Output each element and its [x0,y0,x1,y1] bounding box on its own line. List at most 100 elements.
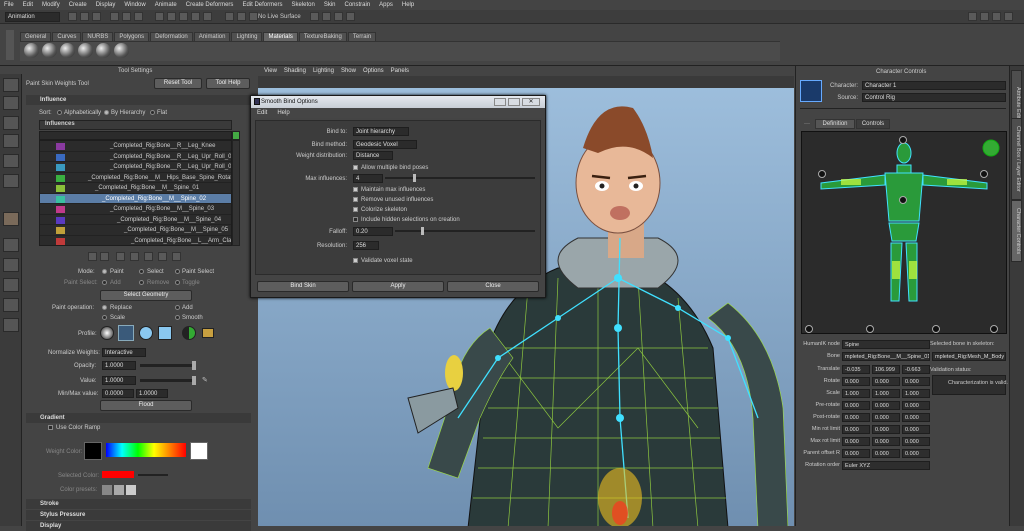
list-item[interactable]: _Completed_Rig:Bone__M__Spine_05 [40,225,231,236]
menu-apps[interactable]: Apps [379,2,393,8]
shelf-tab-terrain[interactable]: Terrain [347,32,377,41]
list-item[interactable]: _Completed_Rig:Bone__M__Spine_01 [40,183,231,194]
shelf-tab-deformation[interactable]: Deformation [150,32,193,41]
rotate-tool-icon[interactable] [3,154,19,168]
list-item[interactable]: _Completed_Rig:Bone__R__Leg_Upr_Roll_01 [40,152,231,162]
selected-color-swatch[interactable] [102,471,134,478]
weight-color-ramp[interactable] [106,443,186,457]
folder-icon[interactable] [202,328,214,338]
allow-multiple-bind-poses-checkbox[interactable] [353,165,358,170]
color-preset-swatch[interactable] [102,485,112,495]
shelf-tab-texturebaking[interactable]: TextureBaking [298,32,347,41]
live-surface-label[interactable]: No Live Surface [258,14,301,20]
open-scene-icon[interactable] [80,12,89,21]
max-rot-limit-z-field[interactable]: 0.000 [902,437,930,446]
panel-toggle-icon[interactable] [992,12,1001,21]
menu-file[interactable]: File [4,2,14,8]
menu-create[interactable]: Create [69,2,87,8]
validate-voxel-state-checkbox[interactable] [353,258,358,263]
prune-weights-icon[interactable] [100,252,109,261]
menu-modify[interactable]: Modify [42,2,60,8]
tab-character-controls[interactable]: Character Controls [1011,200,1022,262]
viewport-menu-panels[interactable]: Panels [391,68,409,74]
save-scene-icon[interactable] [92,12,101,21]
bind-method-dropdown[interactable]: Geodesic Voxel [353,140,417,149]
paint-select-add-radio[interactable] [102,280,107,285]
panel-toggle-icon[interactable] [1004,12,1013,21]
sort-flat-radio[interactable] [150,110,155,115]
rotate-y-field[interactable]: 0.000 [872,377,900,386]
select-component-icon[interactable] [134,12,143,21]
construction-history-icon[interactable] [237,12,246,21]
list-item[interactable]: _Completed_Rig:Bone__R__Leg_Upr_Roll_02 [40,162,231,173]
reset-tool-button[interactable]: Reset Tool [154,78,202,89]
list-item[interactable]: _Completed_Rig:Bone__L__Arm_Clav [40,236,231,246]
select-geometry-button[interactable]: Select Geometry [100,290,192,301]
character-dropdown[interactable]: Character 1 [862,81,1006,90]
snap-view-icon[interactable] [191,12,200,21]
weight-color-black-swatch[interactable] [84,442,102,460]
material-ball-icon[interactable] [24,43,39,58]
filter-icon[interactable] [232,131,240,140]
list-item[interactable]: _Completed_Rig:Bone__M__Spine_03 [40,204,231,215]
resolution-dropdown[interactable]: 256 [353,241,379,250]
tab-controls[interactable]: Controls [856,119,890,129]
eyedropper-icon[interactable]: ✎ [202,376,210,384]
menu-constrain[interactable]: Constrain [344,2,370,8]
viewport-menu-shading[interactable]: Shading [284,68,306,74]
viewport-menu-view[interactable]: View [264,68,277,74]
value-slider-handle[interactable] [192,376,196,385]
material-ball-icon[interactable] [114,43,129,58]
render-settings-icon[interactable] [334,12,343,21]
weight-distribution-dropdown[interactable]: Distance [353,151,393,160]
shelf-tab-polygons[interactable]: Polygons [114,32,150,41]
shelf-tab-animation[interactable]: Animation [193,32,231,41]
snap-point-icon[interactable] [179,12,188,21]
list-item[interactable]: _Completed_Rig:Bone__R__Leg_Knee [40,141,231,152]
lock-weights-icon[interactable] [144,252,153,261]
hik-knob-left-toe[interactable] [805,325,813,333]
select-hierarchy-icon[interactable] [110,12,119,21]
panel-toggle-icon[interactable] [968,12,977,21]
tab-channel-box[interactable]: Channel Box / Layer Editor [1011,118,1022,200]
list-item[interactable]: _Completed_Rig:Bone__M__Hips_Base_Spine_… [40,173,231,183]
paint-select-tool-icon[interactable] [3,116,19,130]
use-color-ramp-checkbox[interactable] [48,425,53,430]
ipr-render-icon[interactable] [322,12,331,21]
max-value-field[interactable]: 1.0000 [136,389,168,398]
hik-knob-right-toe[interactable] [990,325,998,333]
material-ball-icon[interactable] [42,43,57,58]
color-preset-swatch[interactable] [114,485,124,495]
max-rot-limit-x-field[interactable]: 0.000 [842,437,870,446]
mirror-weights-icon[interactable] [172,252,181,261]
max-influences-slider-handle[interactable] [413,174,416,182]
profile-square-icon[interactable] [158,326,172,340]
hik-knob-left-hand[interactable] [818,170,826,178]
menu-skeleton[interactable]: Skeleton [291,2,314,8]
influences-filter-input[interactable] [39,131,232,140]
sort-weights-icon[interactable] [88,252,97,261]
bind-to-dropdown[interactable]: Joint hierarchy [353,127,409,136]
layout-two-icon[interactable] [3,278,19,292]
paint-skin-weights-tool-icon[interactable] [3,212,19,226]
viewport-menu-lighting[interactable]: Lighting [313,68,334,74]
select-tool-icon[interactable] [3,78,19,92]
stroke-section-header[interactable]: Stroke [26,499,251,509]
translate-z-field[interactable]: -0.663 [902,365,930,374]
mode-select-radio[interactable] [139,269,144,274]
mode-paint-radio[interactable] [102,269,107,274]
flood-button[interactable]: Flood [100,400,192,411]
new-scene-icon[interactable] [68,12,77,21]
falloff-slider-handle[interactable] [421,227,424,235]
shelf-menu-icon[interactable] [6,30,14,60]
post-rotate-z-field[interactable]: 0.000 [902,413,930,422]
paint-select-toggle-radio[interactable] [175,280,180,285]
humanik-logo-icon[interactable] [800,80,822,102]
color-preset-swatch[interactable] [126,485,136,495]
tab-definition[interactable]: Definition [815,119,855,129]
source-dropdown[interactable]: Control Rig [862,93,1006,102]
panel-options-icon[interactable]: ··· [804,121,810,127]
min-rot-limit-x-field[interactable]: 0.000 [842,425,870,434]
pre-rotate-x-field[interactable]: 0.000 [842,401,870,410]
bone-field[interactable]: mpleted_Rig:Bone__M__Spine_01 [842,352,930,361]
